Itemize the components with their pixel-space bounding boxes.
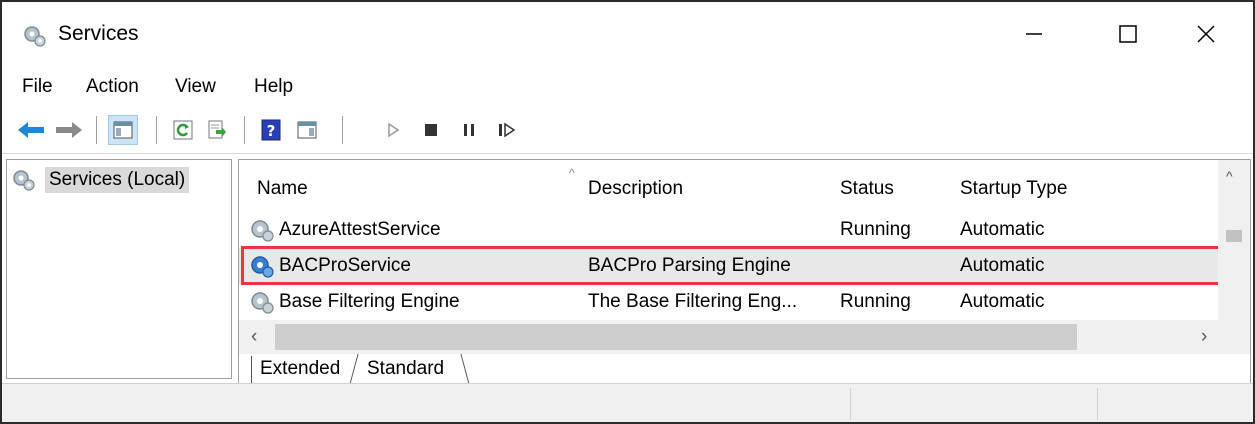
vertical-scrollbar[interactable]: ^ (1218, 160, 1250, 320)
back-button[interactable] (16, 115, 46, 145)
service-status: Running (840, 219, 911, 240)
back-arrow-icon (18, 122, 44, 138)
table-row[interactable]: Base Filtering Engine The Base Filtering… (239, 284, 1218, 320)
toolbar-separator (244, 116, 245, 144)
export-list-icon (208, 120, 226, 139)
restart-service-button[interactable] (492, 115, 522, 145)
start-service-icon (388, 122, 400, 138)
services-window: Services File Action View Help ? Service… (0, 0, 1255, 424)
maximize-icon (1119, 25, 1137, 43)
close-icon (1197, 25, 1215, 43)
menu-file[interactable]: File (22, 76, 53, 98)
service-description: BACPro Parsing Engine (588, 255, 791, 276)
restart-service-icon (499, 122, 516, 138)
status-divider (1097, 388, 1098, 420)
console-tree-pane: Services (Local) (6, 159, 232, 379)
vertical-scroll-thumb[interactable] (1226, 230, 1242, 242)
minimize-button[interactable] (987, 2, 1081, 66)
services-gear-icon (24, 26, 46, 47)
menu-view[interactable]: View (175, 76, 216, 98)
help-icon: ? (261, 119, 281, 141)
export-list-button[interactable] (202, 115, 232, 145)
services-list-pane: ^ Name Description Status Startup Type A… (238, 159, 1251, 390)
scroll-right-icon[interactable]: › (1201, 326, 1207, 348)
close-button[interactable] (1159, 2, 1253, 66)
service-gear-icon (251, 292, 274, 314)
table-row[interactable]: AzureAttestService Running Automatic (239, 212, 1218, 248)
menu-bar: File Action View Help (2, 66, 1253, 106)
service-startup-type: Automatic (960, 291, 1045, 312)
horizontal-scrollbar[interactable]: ‹ › (239, 320, 1250, 354)
forward-button[interactable] (54, 115, 84, 145)
service-name: BACProService (279, 255, 411, 276)
help-button[interactable]: ? (256, 115, 286, 145)
table-row-selected[interactable]: BACProService BACPro Parsing Engine Auto… (239, 248, 1218, 284)
column-header-startup-type[interactable]: Startup Type (960, 178, 1067, 200)
tree-item-services-local[interactable]: Services (Local) (11, 164, 190, 196)
horizontal-scroll-thumb[interactable] (275, 324, 1077, 350)
forward-arrow-icon (56, 122, 82, 138)
stop-service-button[interactable] (416, 115, 446, 145)
tab-extended[interactable]: Extended (251, 356, 349, 386)
sort-ascending-icon: ^ (569, 166, 575, 180)
toolbar-separator (156, 116, 157, 144)
service-description: The Base Filtering Eng... (588, 291, 798, 312)
menu-help[interactable]: Help (254, 76, 293, 98)
toolbar: ? (2, 106, 1253, 154)
start-service-button[interactable] (378, 115, 408, 145)
title-bar[interactable]: Services (2, 2, 1253, 66)
toolbar-separator (96, 116, 97, 144)
tree-item-label: Services (Local) (45, 167, 190, 193)
services-list: ^ Name Description Status Startup Type A… (239, 160, 1218, 320)
stop-service-icon (425, 124, 437, 136)
status-bar (2, 383, 1253, 422)
scroll-left-icon[interactable]: ‹ (251, 326, 257, 348)
service-name: Base Filtering Engine (279, 291, 460, 312)
pause-service-icon (464, 124, 474, 136)
service-gear-icon (251, 220, 274, 242)
column-header-description[interactable]: Description (588, 178, 683, 200)
minimize-icon (1026, 33, 1042, 35)
refresh-icon (173, 120, 193, 140)
window-title: Services (58, 22, 139, 45)
status-divider (850, 388, 851, 420)
service-startup-type: Automatic (960, 255, 1045, 276)
pause-service-button[interactable] (454, 115, 484, 145)
refresh-button[interactable] (168, 115, 198, 145)
column-header-name[interactable]: Name (257, 178, 308, 200)
service-gear-icon (251, 256, 274, 278)
show-hide-tree-button[interactable] (108, 115, 138, 145)
toolbar-separator (342, 116, 343, 144)
column-header-status[interactable]: Status (840, 178, 894, 200)
show-action-pane-icon (297, 121, 317, 139)
tab-standard[interactable]: Standard (359, 356, 453, 386)
show-action-pane-button[interactable] (292, 115, 322, 145)
service-startup-type: Automatic (960, 219, 1045, 240)
scroll-up-icon[interactable]: ^ (1226, 168, 1233, 184)
services-gear-icon (13, 170, 35, 191)
menu-action[interactable]: Action (86, 76, 139, 98)
show-hide-console-tree-icon (113, 121, 133, 139)
service-name: AzureAttestService (279, 219, 441, 240)
svg-text:?: ? (267, 122, 276, 140)
service-status: Running (840, 291, 911, 312)
